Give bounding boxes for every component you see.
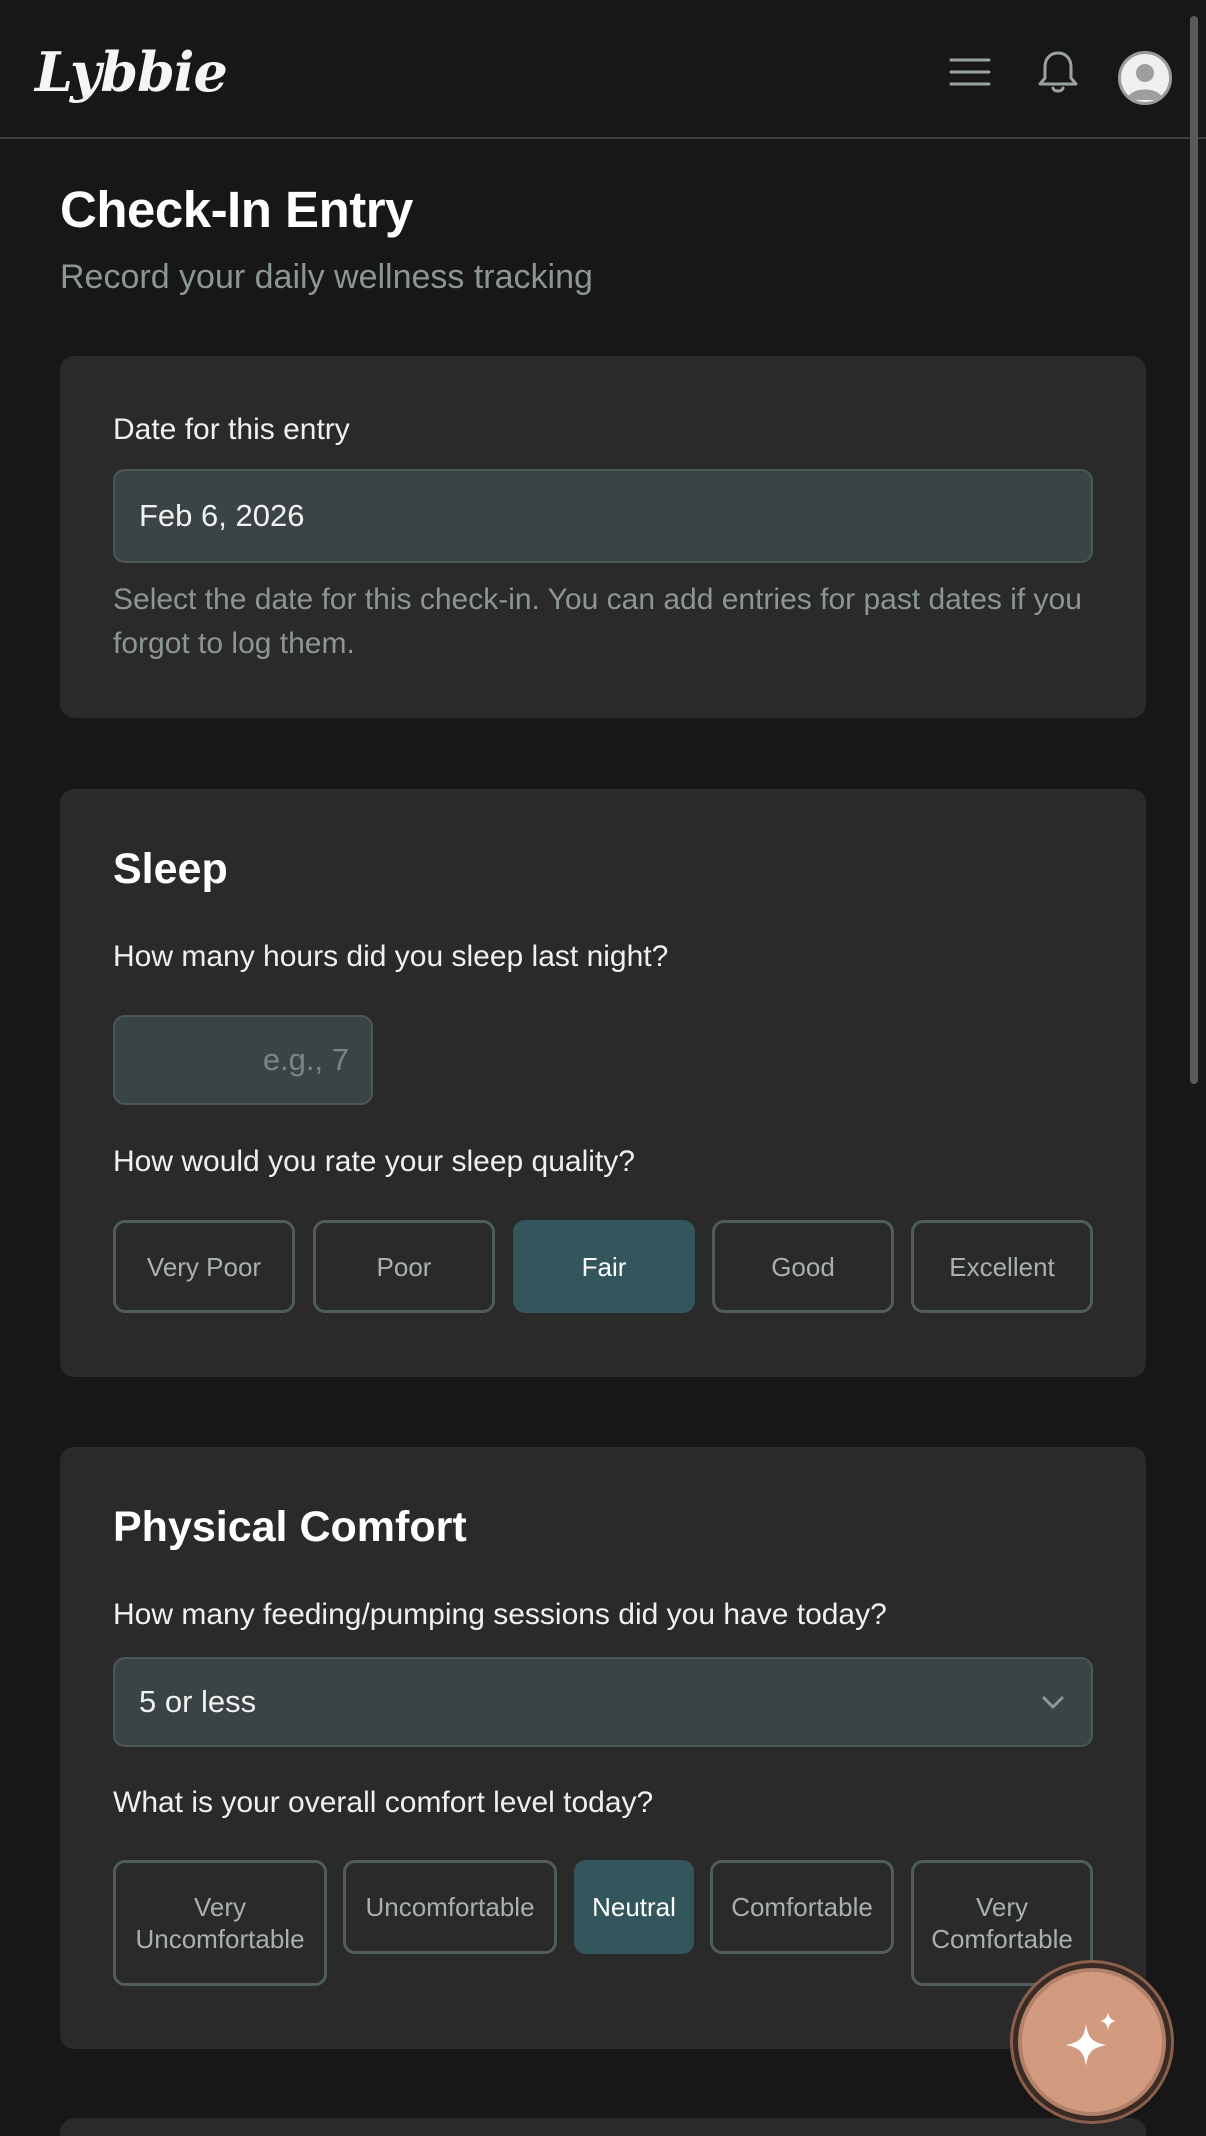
sessions-question: How many feeding/pumping sessions did yo…: [113, 1598, 887, 1631]
sleep-quality-excellent[interactable]: Excellent: [911, 1220, 1093, 1313]
chevron-down-icon: [1042, 1696, 1064, 1709]
page-title: Check-In Entry: [60, 181, 413, 238]
check-in-page: Lybbie Check-In Entry Record your daily …: [0, 0, 1206, 2136]
comfort-comfortable[interactable]: Comfortable: [710, 1860, 894, 1954]
physical-comfort-card: Physical Comfort How many feeding/pumpin…: [60, 1447, 1146, 2049]
top-bar: Lybbie: [0, 0, 1206, 139]
date-helper-text: Select the date for this check-in. You c…: [113, 583, 1082, 660]
sleep-hours-question: How many hours did you sleep last night?: [113, 940, 669, 973]
avatar-icon: [1127, 64, 1163, 100]
app-logo[interactable]: Lybbie: [35, 40, 228, 104]
menu-icon[interactable]: [946, 48, 994, 96]
comfort-section-title: Physical Comfort: [113, 1503, 467, 1551]
sleep-quality-question: How would you rate your sleep quality?: [113, 1145, 635, 1178]
sessions-select[interactable]: 5 or less: [113, 1657, 1093, 1747]
date-input[interactable]: Feb 6, 2026: [113, 469, 1093, 563]
assistant-fab[interactable]: [1018, 1968, 1166, 2116]
date-card: Date for this entry Feb 6, 2026 Select t…: [60, 356, 1146, 718]
comfort-uncomfortable[interactable]: Uncomfortable: [343, 1860, 557, 1954]
scrollbar[interactable]: [1190, 16, 1198, 1084]
avatar[interactable]: [1118, 51, 1172, 105]
comfort-very-uncomfortable[interactable]: Very Uncomfortable: [113, 1860, 327, 1986]
comfort-neutral[interactable]: Neutral: [574, 1860, 694, 1954]
sleep-quality-good[interactable]: Good: [712, 1220, 894, 1313]
sessions-value: 5 or less: [139, 1684, 257, 1719]
comfort-very-comfortable[interactable]: Very Comfortable: [911, 1860, 1093, 1986]
sparkle-icon: [1066, 2012, 1116, 2066]
sleep-quality-fair[interactable]: Fair: [513, 1220, 695, 1313]
sleep-hours-input[interactable]: e.g., 7: [113, 1015, 373, 1105]
sleep-quality-poor[interactable]: Poor: [313, 1220, 495, 1313]
date-label: Date for this entry: [113, 413, 350, 446]
comfort-level-question: What is your overall comfort level today…: [113, 1786, 654, 1819]
page-subtitle: Record your daily wellness tracking: [60, 258, 593, 296]
sleep-hours-placeholder: e.g., 7: [262, 1042, 349, 1077]
sleep-card: Sleep How many hours did you sleep last …: [60, 789, 1146, 1377]
next-section-card: [60, 2118, 1146, 2136]
sleep-quality-very-poor[interactable]: Very Poor: [113, 1220, 295, 1313]
date-value: Feb 6, 2026: [139, 498, 305, 533]
bell-icon[interactable]: [1034, 48, 1082, 96]
sleep-section-title: Sleep: [113, 845, 228, 893]
